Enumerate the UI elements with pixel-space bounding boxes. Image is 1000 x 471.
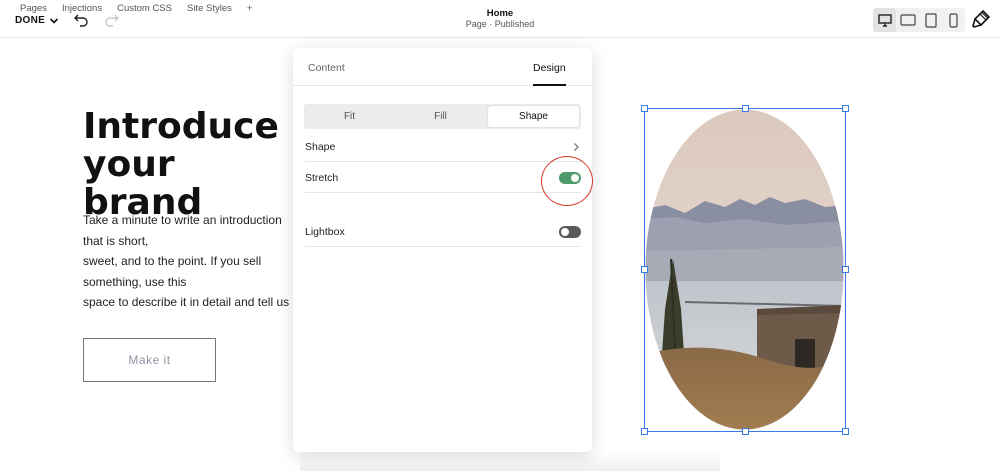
segment-fill[interactable]: Fill bbox=[395, 104, 486, 129]
bottom-shadow bbox=[300, 452, 720, 471]
panel-tab-design[interactable]: Design bbox=[533, 62, 566, 74]
panel-tabs: Content Design bbox=[293, 48, 592, 86]
resize-handle-bottom-right[interactable] bbox=[842, 428, 849, 435]
hero-headline: Introduce your brand bbox=[83, 108, 279, 222]
lightbox-row: Lightbox bbox=[305, 217, 581, 247]
toggle-knob bbox=[571, 173, 579, 182]
landscape-image bbox=[645, 109, 844, 430]
paint-brush-icon[interactable] bbox=[971, 9, 991, 29]
stretch-label: Stretch bbox=[305, 171, 339, 184]
lightbox-toggle[interactable] bbox=[559, 225, 581, 238]
image-design-panel: Content Design Fit Fill Shape Shape Stre… bbox=[293, 48, 592, 452]
top-bar: Pages Injections Custom CSS Site Styles … bbox=[0, 0, 1000, 38]
shape-row[interactable]: Shape bbox=[305, 132, 581, 162]
selected-image-block[interactable] bbox=[644, 108, 846, 432]
lightbox-label: Lightbox bbox=[305, 225, 345, 238]
device-switcher bbox=[873, 8, 965, 32]
resize-handle-right[interactable] bbox=[842, 266, 849, 273]
resize-handle-bottom[interactable] bbox=[742, 428, 749, 435]
hero-body-text: Take a minute to write an introduction t… bbox=[83, 213, 290, 309]
device-desktop[interactable] bbox=[873, 8, 896, 32]
desktop-icon bbox=[877, 13, 892, 27]
tablet-landscape-icon bbox=[899, 14, 916, 26]
resize-handle-left[interactable] bbox=[641, 266, 648, 273]
stretch-row: Stretch bbox=[305, 163, 581, 193]
shape-label: Shape bbox=[305, 140, 336, 153]
segment-shape[interactable]: Shape bbox=[488, 106, 579, 127]
segment-fit[interactable]: Fit bbox=[304, 104, 395, 129]
panel-tab-content[interactable]: Content bbox=[308, 62, 345, 74]
resize-handle-top-left[interactable] bbox=[641, 105, 648, 112]
make-it-button[interactable]: Make it bbox=[83, 338, 216, 382]
tablet-portrait-icon bbox=[924, 12, 937, 28]
resize-handle-top[interactable] bbox=[742, 105, 749, 112]
device-mobile[interactable] bbox=[942, 8, 965, 32]
crop-mode-segmented-control: Fit Fill Shape bbox=[304, 104, 581, 129]
toggle-knob bbox=[561, 227, 569, 236]
stretch-toggle[interactable] bbox=[559, 171, 581, 184]
page-status: Page · Published bbox=[465, 19, 535, 29]
page-title: Home bbox=[486, 8, 514, 19]
mobile-icon bbox=[949, 12, 958, 28]
chevron-right-icon bbox=[574, 142, 579, 151]
device-tablet-portrait[interactable] bbox=[919, 8, 942, 32]
device-tablet-landscape[interactable] bbox=[896, 8, 919, 32]
resize-handle-bottom-left[interactable] bbox=[641, 428, 648, 435]
active-tab-indicator bbox=[533, 84, 566, 86]
resize-handle-top-right[interactable] bbox=[842, 105, 849, 112]
